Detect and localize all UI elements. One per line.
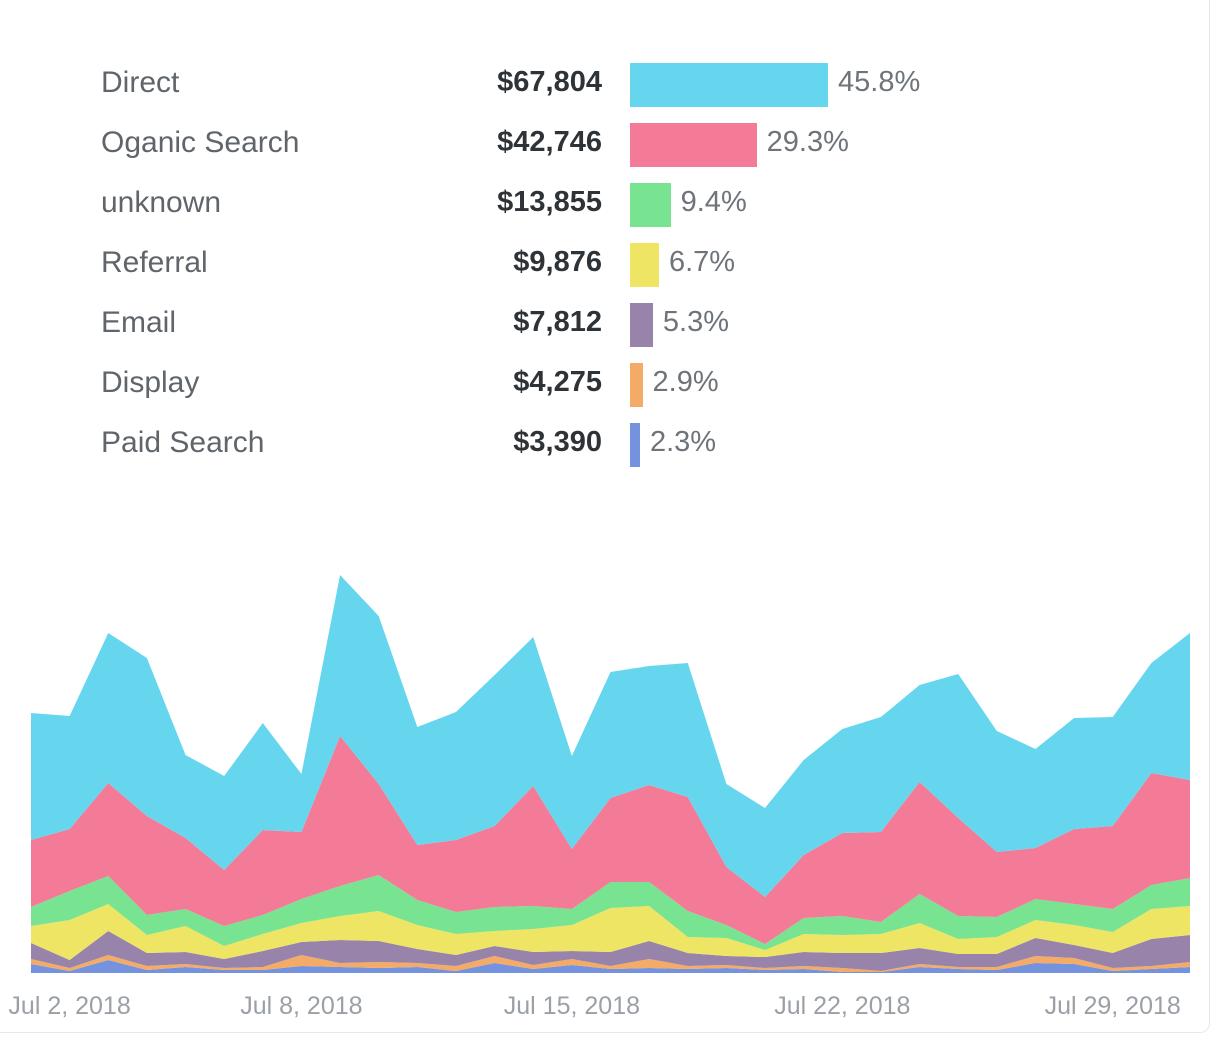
channel-legend-table: Direct $67,804 45.8% Oganic Search $42,746 29… [0, 58, 1000, 478]
channel-row: Direct $67,804 45.8% [0, 58, 1000, 118]
channel-amount: $3,390 [513, 426, 602, 458]
x-tick-label: Jul 8, 2018 [240, 992, 362, 1020]
x-tick-label: Jul 29, 2018 [1045, 992, 1181, 1020]
channel-share-bar [630, 183, 671, 227]
channel-amount: $9,876 [513, 246, 602, 278]
channel-share-bar [630, 243, 659, 287]
revenue-by-channel-card: Direct $67,804 45.8% Oganic Search $42,746 29… [0, 0, 1210, 1033]
channel-percent: 5.3% [662, 306, 730, 338]
stacked-area-chart: Jul 2, 2018 Jul 8, 2018 Jul 15, 2018 Jul 22… [8, 575, 1190, 1020]
channel-percent: 2.3% [649, 426, 717, 458]
channel-row: Oganic Search $42,746 29.3% [0, 118, 1000, 178]
channel-row: Paid Search $3,390 2.3% [0, 418, 1000, 478]
channel-percent: 6.7% [668, 246, 736, 278]
channel-amount: $7,812 [513, 306, 602, 338]
channel-row: Referral $9,876 6.7% [0, 238, 1000, 298]
channel-amount: $42,746 [497, 126, 602, 158]
channel-percent: 2.9% [652, 366, 719, 398]
channel-row: unknown $13,855 9.4% [0, 178, 1000, 238]
channel-amount: $4,275 [513, 366, 602, 398]
channel-percent: 9.4% [680, 186, 747, 218]
channel-share-bar [630, 303, 653, 347]
x-tick-label: Jul 2, 2018 [8, 992, 130, 1020]
channel-share-bar [630, 423, 640, 467]
x-tick-label: Jul 15, 2018 [504, 992, 640, 1020]
channel-label: unknown [101, 186, 222, 219]
channel-label: Paid Search [101, 426, 265, 459]
channel-percent: 29.3% [766, 126, 849, 158]
channel-label: Email [101, 306, 177, 339]
channel-share-bar [630, 63, 828, 107]
channel-amount: $67,804 [497, 66, 602, 98]
channel-share-bar [630, 123, 757, 167]
x-tick-label: Jul 22, 2018 [774, 992, 910, 1020]
channel-percent: 45.8% [838, 66, 921, 98]
channel-label: Direct [101, 66, 180, 99]
channel-label: Referral [101, 246, 208, 279]
channel-row: Email $7,812 5.3% [0, 298, 1000, 358]
channel-label: Oganic Search [101, 126, 300, 159]
channel-row: Display $4,275 2.9% [0, 358, 1000, 418]
channel-share-bar [630, 363, 643, 407]
channel-label: Display [101, 366, 200, 399]
channel-amount: $13,855 [497, 186, 602, 218]
